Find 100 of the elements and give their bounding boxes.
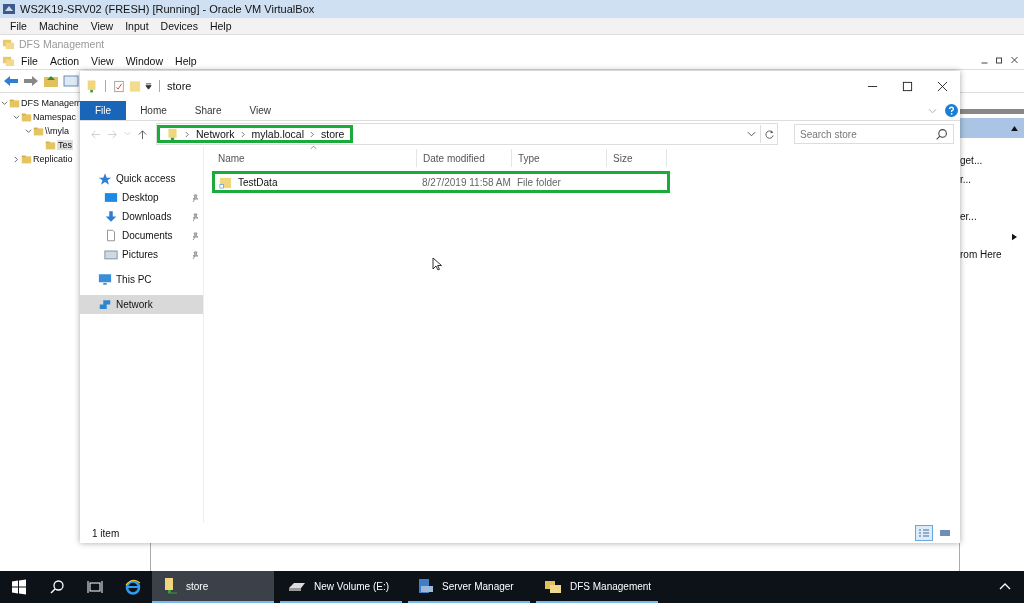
ribbon-tab[interactable]: Home — [126, 101, 181, 120]
search-field[interactable]: Search store — [794, 124, 954, 144]
dropdown-icon[interactable] — [145, 82, 152, 90]
folder-icon — [9, 97, 20, 109]
column-header[interactable]: Name — [212, 149, 417, 167]
folder-icon[interactable] — [86, 78, 98, 94]
chevron-icon — [185, 130, 190, 138]
menu-item[interactable]: Machine — [32, 20, 85, 32]
tree-item[interactable]: Namespac — [33, 112, 77, 122]
details-view-button[interactable] — [915, 525, 933, 541]
task-link[interactable]: get... — [960, 155, 983, 166]
pin-icon[interactable] — [191, 212, 199, 221]
task-link[interactable]: rom Here — [960, 249, 1002, 260]
task-link[interactable]: r... — [960, 174, 972, 185]
nav-item[interactable]: Documents — [80, 226, 203, 245]
breadcrumb[interactable]: Network — [196, 128, 235, 140]
window-title: WS2K19-SRV02 (FRESH) [Running] - Oracle VM VirtualBox — [20, 3, 315, 15]
menu-item[interactable]: Action — [43, 54, 86, 67]
forward-icon[interactable] — [23, 74, 39, 88]
folders-icon — [2, 37, 15, 50]
taskbar-button[interactable]: DFS Management — [536, 571, 658, 603]
collapse-icon[interactable] — [1011, 125, 1018, 131]
pin-icon[interactable] — [191, 193, 199, 202]
document-icon — [104, 229, 118, 242]
menu-item[interactable]: Help — [203, 20, 238, 32]
download-arrow-icon — [104, 210, 118, 223]
search-icon — [935, 128, 948, 141]
expand-caret-icon[interactable] — [13, 155, 20, 163]
column-header[interactable]: Size — [607, 149, 667, 167]
menu-item[interactable]: Window — [119, 54, 170, 67]
task-link[interactable]: er... — [960, 211, 977, 222]
star-icon — [98, 172, 112, 185]
picture-icon — [104, 248, 118, 261]
ribbon-tab[interactable]: View — [235, 101, 285, 120]
desktop-icon — [104, 191, 118, 204]
nav-item[interactable]: Network — [80, 295, 203, 314]
folder-up-icon[interactable] — [43, 74, 59, 88]
properties-icon[interactable] — [113, 78, 125, 94]
column-header[interactable]: Date modified — [417, 149, 512, 167]
ribbon-tab[interactable]: Share — [180, 101, 236, 120]
column-header[interactable]: Type — [512, 149, 607, 167]
tree-item[interactable]: Replicatio — [33, 154, 73, 164]
nav-item[interactable]: Pictures — [80, 245, 203, 264]
folders-icon — [2, 54, 15, 67]
menu-item[interactable]: Input — [119, 20, 155, 32]
nav-item[interactable]: Quick access — [80, 169, 203, 188]
pin-icon[interactable] — [191, 250, 199, 259]
submenu-arrow-icon[interactable] — [1012, 233, 1017, 241]
help-icon[interactable] — [945, 104, 958, 117]
taskbar-button[interactable]: Server Manager — [408, 571, 530, 603]
file-name: TestData — [238, 176, 278, 188]
menu-item[interactable]: File — [4, 20, 33, 32]
menu-item[interactable]: Devices — [154, 20, 204, 32]
menu-item[interactable]: View — [85, 54, 120, 67]
restore-icon[interactable] — [994, 55, 1005, 65]
expand-caret-icon[interactable] — [1, 99, 8, 107]
status-text: 1 item — [92, 527, 120, 539]
up-icon[interactable] — [137, 128, 148, 140]
browser-icon — [125, 579, 141, 595]
shortcut-folder-icon — [219, 175, 232, 189]
windows-icon — [11, 579, 27, 595]
file-row[interactable]: TestData 8/27/2019 11:58 AM File folder — [212, 171, 670, 193]
tree-item[interactable]: Tes — [57, 140, 73, 150]
back-icon[interactable] — [3, 74, 19, 88]
menu-item[interactable]: View — [84, 20, 120, 32]
server-icon — [416, 577, 434, 595]
menu-item[interactable]: File — [15, 54, 44, 67]
nav-item[interactable]: This PC — [80, 270, 203, 289]
network-folder-icon — [166, 127, 179, 141]
nav-item[interactable]: Desktop — [80, 188, 203, 207]
list-icon — [918, 528, 930, 538]
search-icon — [49, 579, 65, 595]
nav-item[interactable]: Downloads — [80, 207, 203, 226]
folder-icon — [45, 139, 56, 151]
taskbar-button[interactable]: store — [152, 571, 274, 603]
tree-item[interactable]: \\myla — [45, 126, 69, 136]
pin-icon[interactable] — [191, 231, 199, 240]
table-cell-text: File folder — [516, 176, 562, 188]
window-title: store — [167, 80, 192, 92]
folder-icon — [21, 111, 32, 123]
console-icon[interactable] — [63, 74, 79, 88]
close-icon[interactable] — [937, 80, 948, 92]
expand-caret-icon[interactable] — [13, 113, 20, 121]
monitor-icon — [98, 273, 112, 286]
folder-icon — [33, 125, 44, 137]
table-cell-text: 8/27/2019 11:58 AM — [421, 176, 512, 188]
network-icon — [98, 298, 112, 311]
taskbar-button[interactable]: New Volume (E:) — [280, 571, 402, 603]
task-view-icon — [87, 579, 103, 595]
expand-caret-icon[interactable] — [25, 127, 32, 135]
menu-item[interactable]: Help — [169, 54, 203, 67]
ribbon-tab[interactable]: File — [80, 101, 127, 120]
maximize-icon[interactable] — [902, 80, 913, 92]
breadcrumb[interactable]: store — [321, 128, 345, 140]
chevron-icon — [240, 130, 246, 138]
address-bar[interactable]: Network mylab.local store — [156, 123, 778, 145]
folder-icon — [21, 153, 32, 165]
image-icon — [939, 528, 951, 538]
breadcrumb[interactable]: mylab.local — [251, 128, 305, 140]
refresh-icon[interactable] — [760, 125, 777, 143]
